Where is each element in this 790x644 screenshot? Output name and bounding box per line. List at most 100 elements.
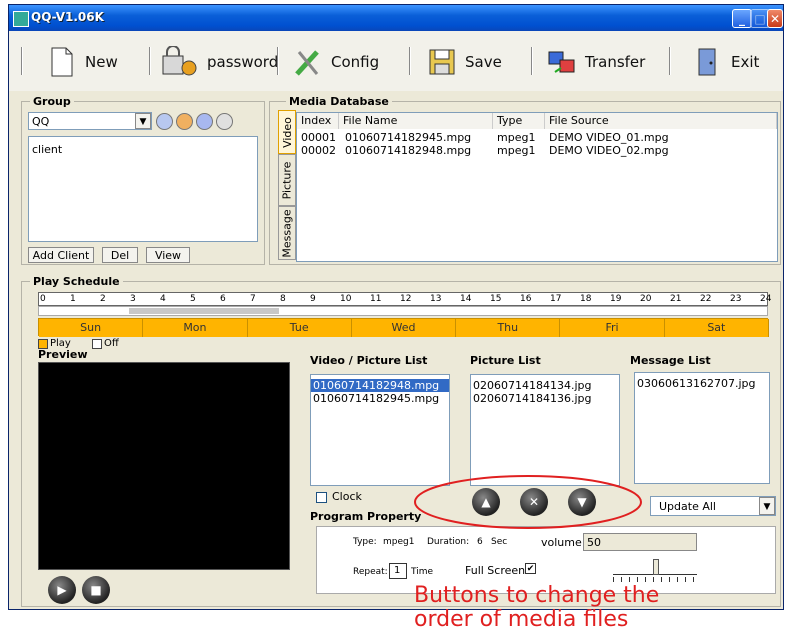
hour-tick-label: 3 [130,294,136,304]
save-button[interactable]: Save [427,45,502,79]
slider-thumb[interactable] [653,559,659,575]
hour-tick-label: 6 [220,294,226,304]
media-database-panel: Media Database Video Picture Message Ind… [269,95,781,265]
remove-item-button[interactable]: ✕ [520,488,548,516]
group-select[interactable]: QQ ▼ [28,112,152,130]
day-cell-sat[interactable]: Sat [664,319,769,337]
day-cell-mon[interactable]: Mon [143,319,248,337]
column-header[interactable]: Type [493,113,545,129]
del-button[interactable]: Del [102,247,138,263]
app-icon [13,11,29,27]
password-button[interactable]: password [161,45,278,79]
hour-tick-label: 13 [430,294,442,304]
arrow-down-icon: ▼ [577,495,587,509]
hour-tick-label: 11 [370,294,382,304]
new-button[interactable]: New [47,45,118,79]
program-property-title: Program Property [310,510,422,523]
config-tools-icon [295,50,319,76]
hour-tick-label: 9 [310,294,316,304]
column-header[interactable]: File Source [545,113,777,129]
move-down-button[interactable]: ▼ [568,488,596,516]
tab-video[interactable]: Video [278,110,296,154]
column-header[interactable]: Index [297,113,339,129]
fullscreen-checkbox[interactable]: ✔ [525,563,536,574]
day-cell-thu[interactable]: Thu [456,319,561,337]
config-button[interactable]: Config [293,45,379,79]
hour-tick-label: 21 [670,294,682,304]
hour-ruler: 0 1 2 3 4 5 6 7 8 9 10 11 12 13 14 15 16 17 18 19 20 21 22 23 24 [38,292,772,306]
list-item[interactable]: client [29,143,257,156]
hour-tick-label: 14 [460,294,472,304]
hour-tick-label: 10 [340,294,352,304]
play-button[interactable]: ▶ [48,576,76,604]
move-up-button[interactable]: ▲ [472,488,500,516]
delete-group-icon[interactable] [176,113,193,130]
picture-list-title: Picture List [470,354,541,367]
copy-group-icon[interactable] [216,113,233,130]
view-button[interactable]: View [146,247,190,263]
picture-list[interactable]: 02060714184134.jpg 02060714184136.jpg [470,374,620,486]
toolbar: New password Config Save Transfer Exit [9,31,783,91]
save-disk-icon [429,49,455,75]
slider-ticks [613,577,697,582]
hour-tick-label: 20 [640,294,652,304]
hour-tick-label: 1 [70,294,76,304]
chevron-down-icon: ▼ [135,113,151,129]
clock-checkbox[interactable] [316,492,327,503]
minimize-button[interactable]: _ [732,9,752,28]
tab-message[interactable]: Message [278,206,296,260]
arrow-up-icon: ▲ [481,495,491,509]
column-header[interactable]: File Name [339,113,493,129]
day-cell-wed[interactable]: Wed [351,319,457,337]
list-item[interactable]: 01060714182948.mpg [311,379,449,392]
stop-button[interactable]: ■ [82,576,110,604]
hour-tick-label: 16 [520,294,532,304]
hour-tick-label: 22 [700,294,712,304]
add-client-button[interactable]: Add Client [28,247,94,263]
repeat-input[interactable]: 1 [389,563,407,579]
hour-tick-label: 0 [40,294,46,304]
list-item[interactable]: 02060714184136.jpg [471,392,619,405]
update-select[interactable]: Update All ▼ [650,496,776,516]
volume-slider[interactable] [613,559,697,575]
list-item[interactable]: 03060613162707.jpg [635,377,769,390]
new-file-icon [51,47,73,77]
hour-tick-label: 19 [610,294,622,304]
list-item[interactable]: 02060714184134.jpg [471,379,619,392]
media-table: Index File Name Type File Source 00001 0… [296,112,778,262]
list-item[interactable]: 01060714182945.mpg [311,392,449,405]
schedule-track[interactable] [38,306,768,316]
refresh-group-icon[interactable] [196,113,213,130]
stop-icon: ■ [90,583,102,597]
tab-picture[interactable]: Picture [278,154,296,206]
title-bar[interactable]: QQ-V1.06K _ □ ✕ [9,5,783,31]
annotation-text: Buttons to change the order of media fil… [414,583,660,632]
hour-tick-label: 24 [760,294,772,304]
transfer-button[interactable]: Transfer [547,45,645,79]
hour-tick-label: 23 [730,294,742,304]
exit-button[interactable]: Exit [693,45,759,79]
day-cell-sun[interactable]: Sun [39,319,144,337]
hour-tick-label: 2 [100,294,106,304]
message-list[interactable]: 03060613162707.jpg [634,372,770,484]
video-picture-list[interactable]: 01060714182948.mpg 01060714182945.mpg [310,374,450,486]
close-button[interactable]: ✕ [767,9,783,28]
hour-tick-label: 8 [280,294,286,304]
client-list[interactable]: client [28,136,258,242]
schedule-range-bar[interactable] [129,308,279,314]
hour-tick-label: 18 [580,294,592,304]
edit-group-icon[interactable] [156,113,173,130]
transfer-icon [548,51,575,73]
play-icon: ▶ [57,583,67,597]
day-cell-fri[interactable]: Fri [560,319,665,337]
hour-tick-label: 15 [490,294,502,304]
group-panel: Group QQ ▼ client Add Client Del View [21,95,265,265]
preview-label: Preview [38,348,88,361]
off-legend-swatch [92,339,102,349]
chevron-down-icon: ▼ [759,497,775,515]
message-list-title: Message List [630,354,711,367]
day-bar: Sun Mon Tue Wed Thu Fri Sat [38,318,769,337]
day-cell-tue[interactable]: Tue [247,319,352,337]
preview-screen [38,362,290,570]
volume-field[interactable]: 50 [583,533,697,551]
